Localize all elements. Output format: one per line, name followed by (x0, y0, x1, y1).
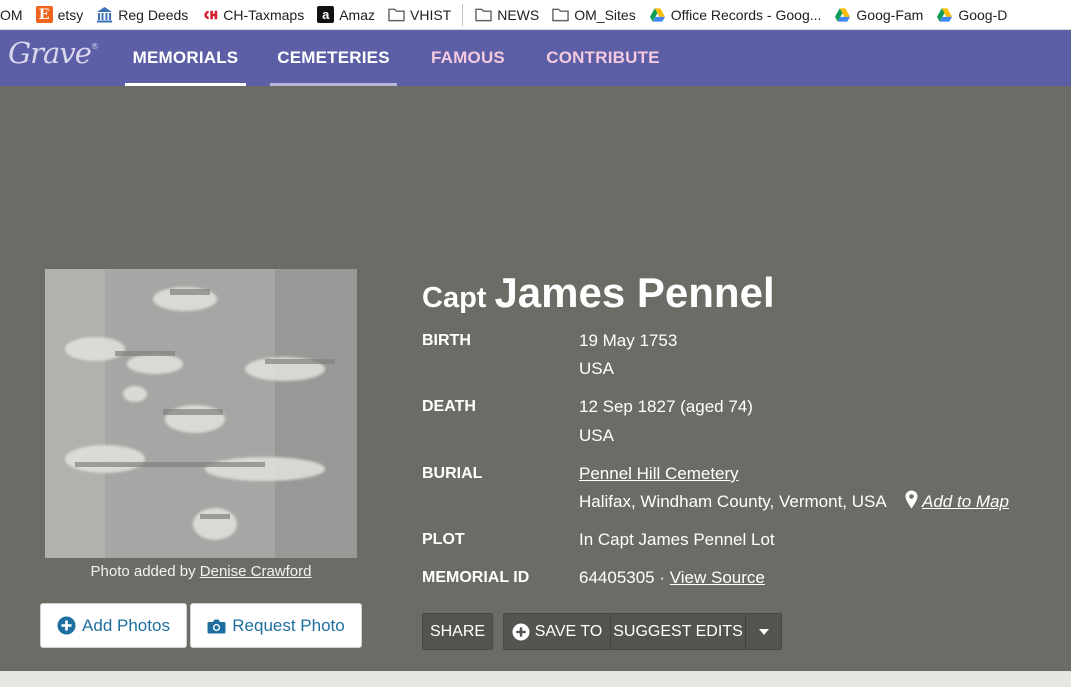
suggest-edits-button[interactable]: SUGGEST EDITS (611, 614, 745, 649)
memorial-id-separator: · (654, 568, 670, 587)
add-photos-button[interactable]: Add Photos (40, 603, 187, 648)
drive-icon (936, 6, 953, 23)
bookmark-label: NEWS (497, 6, 540, 23)
tab-memorials[interactable]: MEMORIALS (125, 30, 246, 86)
bookmark-label: CH-Taxmaps (223, 6, 305, 23)
bookmark-etsy[interactable]: E etsy (30, 0, 91, 29)
amazon-icon: a (317, 6, 335, 23)
memorial-id-label: MEMORIAL ID (422, 569, 530, 586)
bookmark-om-sites[interactable]: OM_Sites (546, 0, 642, 29)
bookmark-label: etsy (57, 6, 84, 23)
gravestone-inscription-image (45, 269, 357, 558)
birth-place: USA (579, 359, 614, 378)
add-to-map-label: Add to Map (922, 492, 1009, 511)
plot-label: PLOT (422, 531, 465, 548)
bookmark-amaz[interactable]: a Amaz (311, 0, 382, 29)
bookmark-label: Goog-D (958, 6, 1008, 23)
memorial-name: Capt James Pennel (422, 269, 775, 317)
death-label: DEATH (422, 398, 476, 415)
photo-credit: Photo added by Denise Crawford (45, 563, 357, 580)
camera-icon (207, 618, 226, 634)
bookmark-om[interactable]: OM (0, 0, 30, 29)
bookmarks-bar: OM E etsy Reg Deeds CH-Taxmaps a Amaz VH… (0, 0, 1071, 30)
birth-label: BIRTH (422, 332, 471, 349)
memorial-id-row: 64405305 · View Source (579, 568, 765, 588)
etsy-icon: E (35, 6, 53, 23)
folder-icon (388, 6, 405, 23)
gravestone-photo[interactable] (45, 269, 357, 558)
tab-famous[interactable]: FAMOUS (424, 30, 512, 86)
drive-icon (834, 6, 851, 23)
add-to-map-link[interactable]: Add to Map (905, 490, 1009, 514)
tab-cemeteries[interactable]: CEMETERIES (270, 30, 397, 86)
share-button[interactable]: SHARE (422, 613, 493, 650)
site-nav: Grave® MEMORIALS CEMETERIES FAMOUS CONTR… (0, 30, 1071, 86)
tab-label: CEMETERIES (277, 48, 390, 67)
bookmark-news[interactable]: NEWS (469, 0, 546, 29)
bookmark-label: OM (0, 6, 23, 23)
bookmarks-separator (462, 3, 464, 26)
logo-text: Grave (8, 36, 92, 70)
tab-label: MEMORIALS (132, 48, 239, 67)
photo-credit-prefix: Photo added by (90, 563, 196, 580)
death-date: 12 Sep 1827 (aged 74) (579, 397, 753, 416)
bookmark-reg-deeds[interactable]: Reg Deeds (90, 0, 195, 29)
bookmark-ch-taxmaps[interactable]: CH-Taxmaps (195, 0, 311, 29)
plus-circle-icon (512, 623, 530, 641)
bookmark-label: Office Records - Goog... (670, 6, 822, 23)
death-place: USA (579, 426, 614, 445)
full-name: James Pennel (494, 269, 775, 316)
tab-label: CONTRIBUTE (546, 48, 660, 67)
plus-circle-icon (57, 616, 76, 635)
tab-contribute[interactable]: CONTRIBUTE (541, 30, 665, 86)
memorial-actions-group: SAVE TO SUGGEST EDITS (503, 613, 782, 650)
map-pin-icon (905, 490, 918, 514)
bookmark-label: OM_Sites (574, 6, 636, 23)
save-to-label: SAVE TO (534, 622, 603, 640)
folder-icon (552, 6, 569, 23)
photo-contributor-link[interactable]: Denise Crawford (200, 563, 312, 580)
name-prefix: Capt (422, 282, 487, 314)
request-photo-button[interactable]: Request Photo (190, 603, 362, 648)
registered-mark: ® (90, 42, 99, 51)
plot-value: In Capt James Pennel Lot (579, 530, 775, 549)
bookmark-goog-d[interactable]: Goog-D (930, 0, 1014, 29)
suggest-edits-label: SUGGEST EDITS (613, 622, 743, 640)
bookmark-label: VHIST (410, 6, 452, 23)
burial-cemetery-value: Pennel Hill Cemetery (579, 464, 739, 484)
memorial-header: Photo added by Denise Crawford Add Photo… (0, 86, 1071, 671)
site-logo[interactable]: Grave® (8, 36, 99, 70)
drive-icon (649, 6, 666, 23)
share-label: SHARE (429, 622, 486, 640)
page-background-strip (0, 671, 1071, 687)
more-actions-dropdown[interactable] (746, 614, 781, 649)
add-photos-label: Add Photos (82, 615, 170, 635)
birth-date: 19 May 1753 (579, 331, 678, 350)
ch-logo-icon (201, 6, 218, 23)
save-to-button[interactable]: SAVE TO (504, 614, 610, 649)
request-photo-label: Request Photo (232, 615, 345, 635)
bookmark-label: Reg Deeds (118, 6, 189, 23)
bookmark-label: Amaz (339, 6, 375, 23)
bookmark-goog-fam[interactable]: Goog-Fam (828, 0, 930, 29)
folder-icon (475, 6, 492, 23)
memorial-id-value: 64405305 (579, 568, 655, 587)
caret-down-icon (758, 628, 769, 635)
burial-label: BURIAL (422, 465, 483, 482)
cemetery-link[interactable]: Pennel Hill Cemetery (579, 464, 739, 483)
building-icon (96, 6, 113, 23)
burial-place: Halifax, Windham County, Vermont, USA (579, 492, 887, 511)
bookmark-vhist[interactable]: VHIST (382, 0, 458, 29)
tab-label: FAMOUS (431, 48, 505, 67)
bookmark-label: Goog-Fam (856, 6, 924, 23)
bookmark-office-records[interactable]: Office Records - Goog... (643, 0, 829, 29)
view-source-link[interactable]: View Source (670, 568, 765, 587)
